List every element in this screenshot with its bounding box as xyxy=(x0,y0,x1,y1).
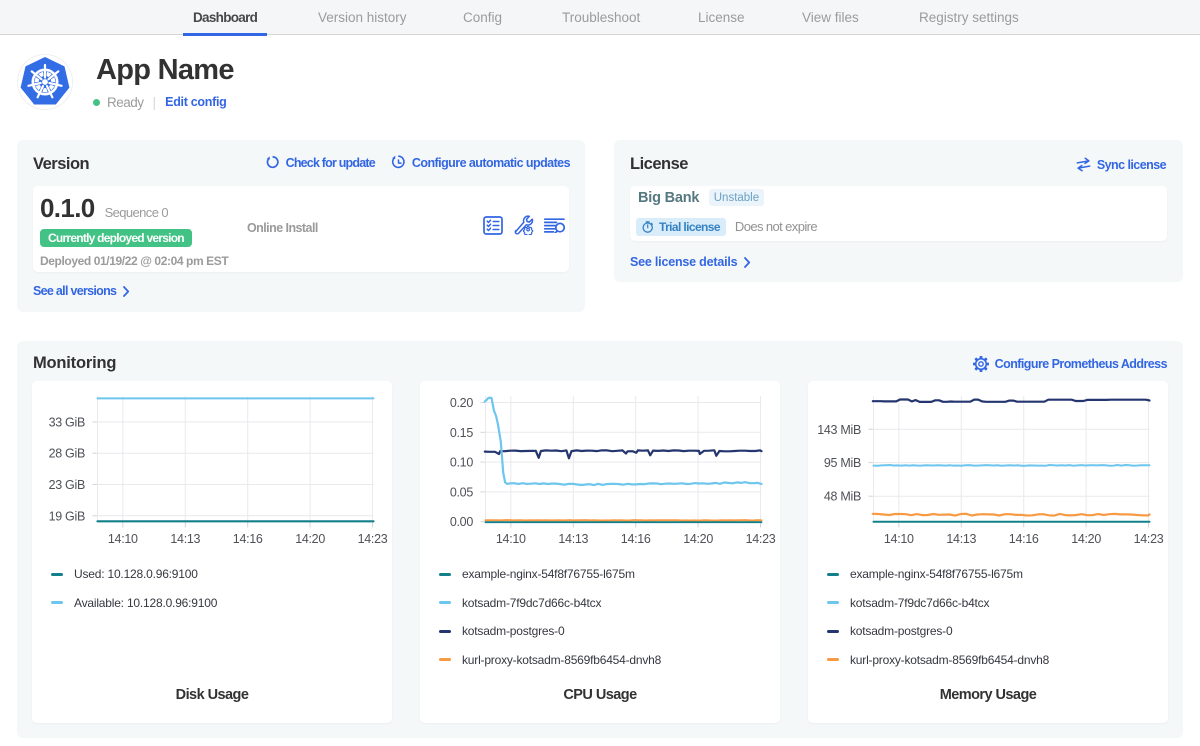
svg-text:0.20: 0.20 xyxy=(450,396,473,410)
svg-text:14:10: 14:10 xyxy=(496,532,526,546)
svg-text:14:13: 14:13 xyxy=(170,532,200,546)
svg-text:0.05: 0.05 xyxy=(450,485,473,499)
svg-text:28 GiB: 28 GiB xyxy=(49,447,85,461)
svg-text:95 MiB: 95 MiB xyxy=(824,456,861,470)
svg-text:14:16: 14:16 xyxy=(621,532,651,546)
svg-text:0.15: 0.15 xyxy=(450,426,473,440)
svg-text:14:13: 14:13 xyxy=(946,532,976,546)
svg-text:14:13: 14:13 xyxy=(558,532,588,546)
svg-text:14:16: 14:16 xyxy=(233,532,263,546)
svg-text:14:23: 14:23 xyxy=(358,532,388,546)
svg-text:14:20: 14:20 xyxy=(683,532,713,546)
svg-text:14:23: 14:23 xyxy=(1134,532,1164,546)
svg-text:14:20: 14:20 xyxy=(1071,532,1101,546)
svg-text:23 GiB: 23 GiB xyxy=(49,478,85,492)
svg-text:48 MiB: 48 MiB xyxy=(824,490,861,504)
svg-text:143 MiB: 143 MiB xyxy=(817,423,861,437)
svg-text:0.00: 0.00 xyxy=(450,515,473,529)
svg-text:0.10: 0.10 xyxy=(450,456,473,470)
svg-text:19 GiB: 19 GiB xyxy=(49,509,85,523)
svg-text:14:20: 14:20 xyxy=(295,532,325,546)
svg-text:14:10: 14:10 xyxy=(108,532,138,546)
svg-text:33 GiB: 33 GiB xyxy=(49,415,85,429)
svg-text:14:10: 14:10 xyxy=(884,532,914,546)
svg-text:14:16: 14:16 xyxy=(1009,532,1039,546)
svg-text:14:23: 14:23 xyxy=(746,532,776,546)
